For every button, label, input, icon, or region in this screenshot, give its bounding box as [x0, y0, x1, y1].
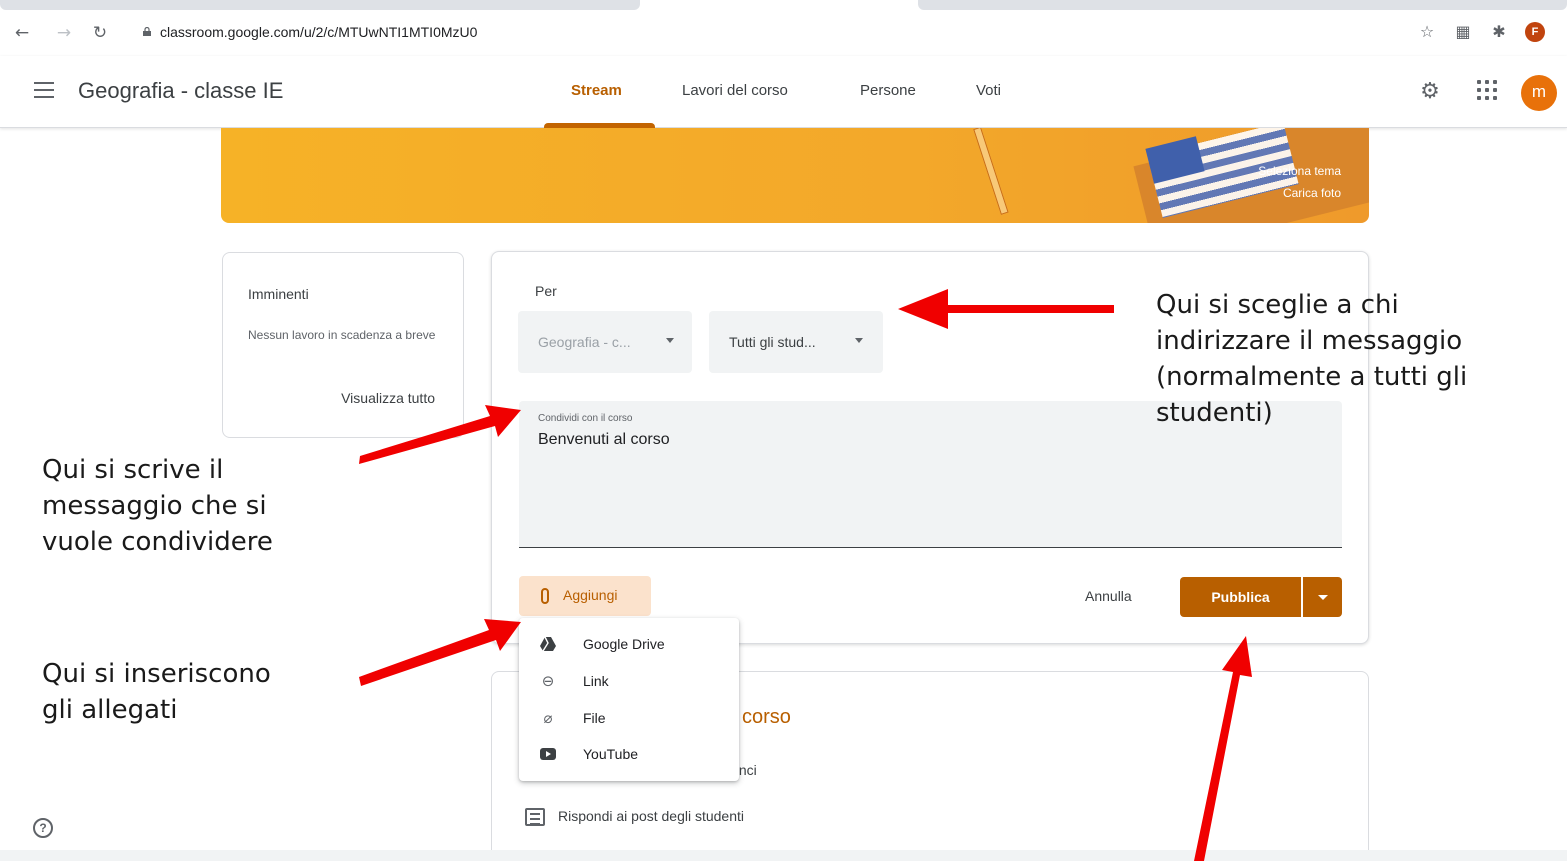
arrow-publish — [1194, 636, 1252, 861]
arrow-attachments — [359, 619, 521, 686]
annotation-arrows — [359, 289, 1252, 861]
arrow-recipients — [898, 289, 1114, 329]
arrow-message — [359, 405, 521, 464]
